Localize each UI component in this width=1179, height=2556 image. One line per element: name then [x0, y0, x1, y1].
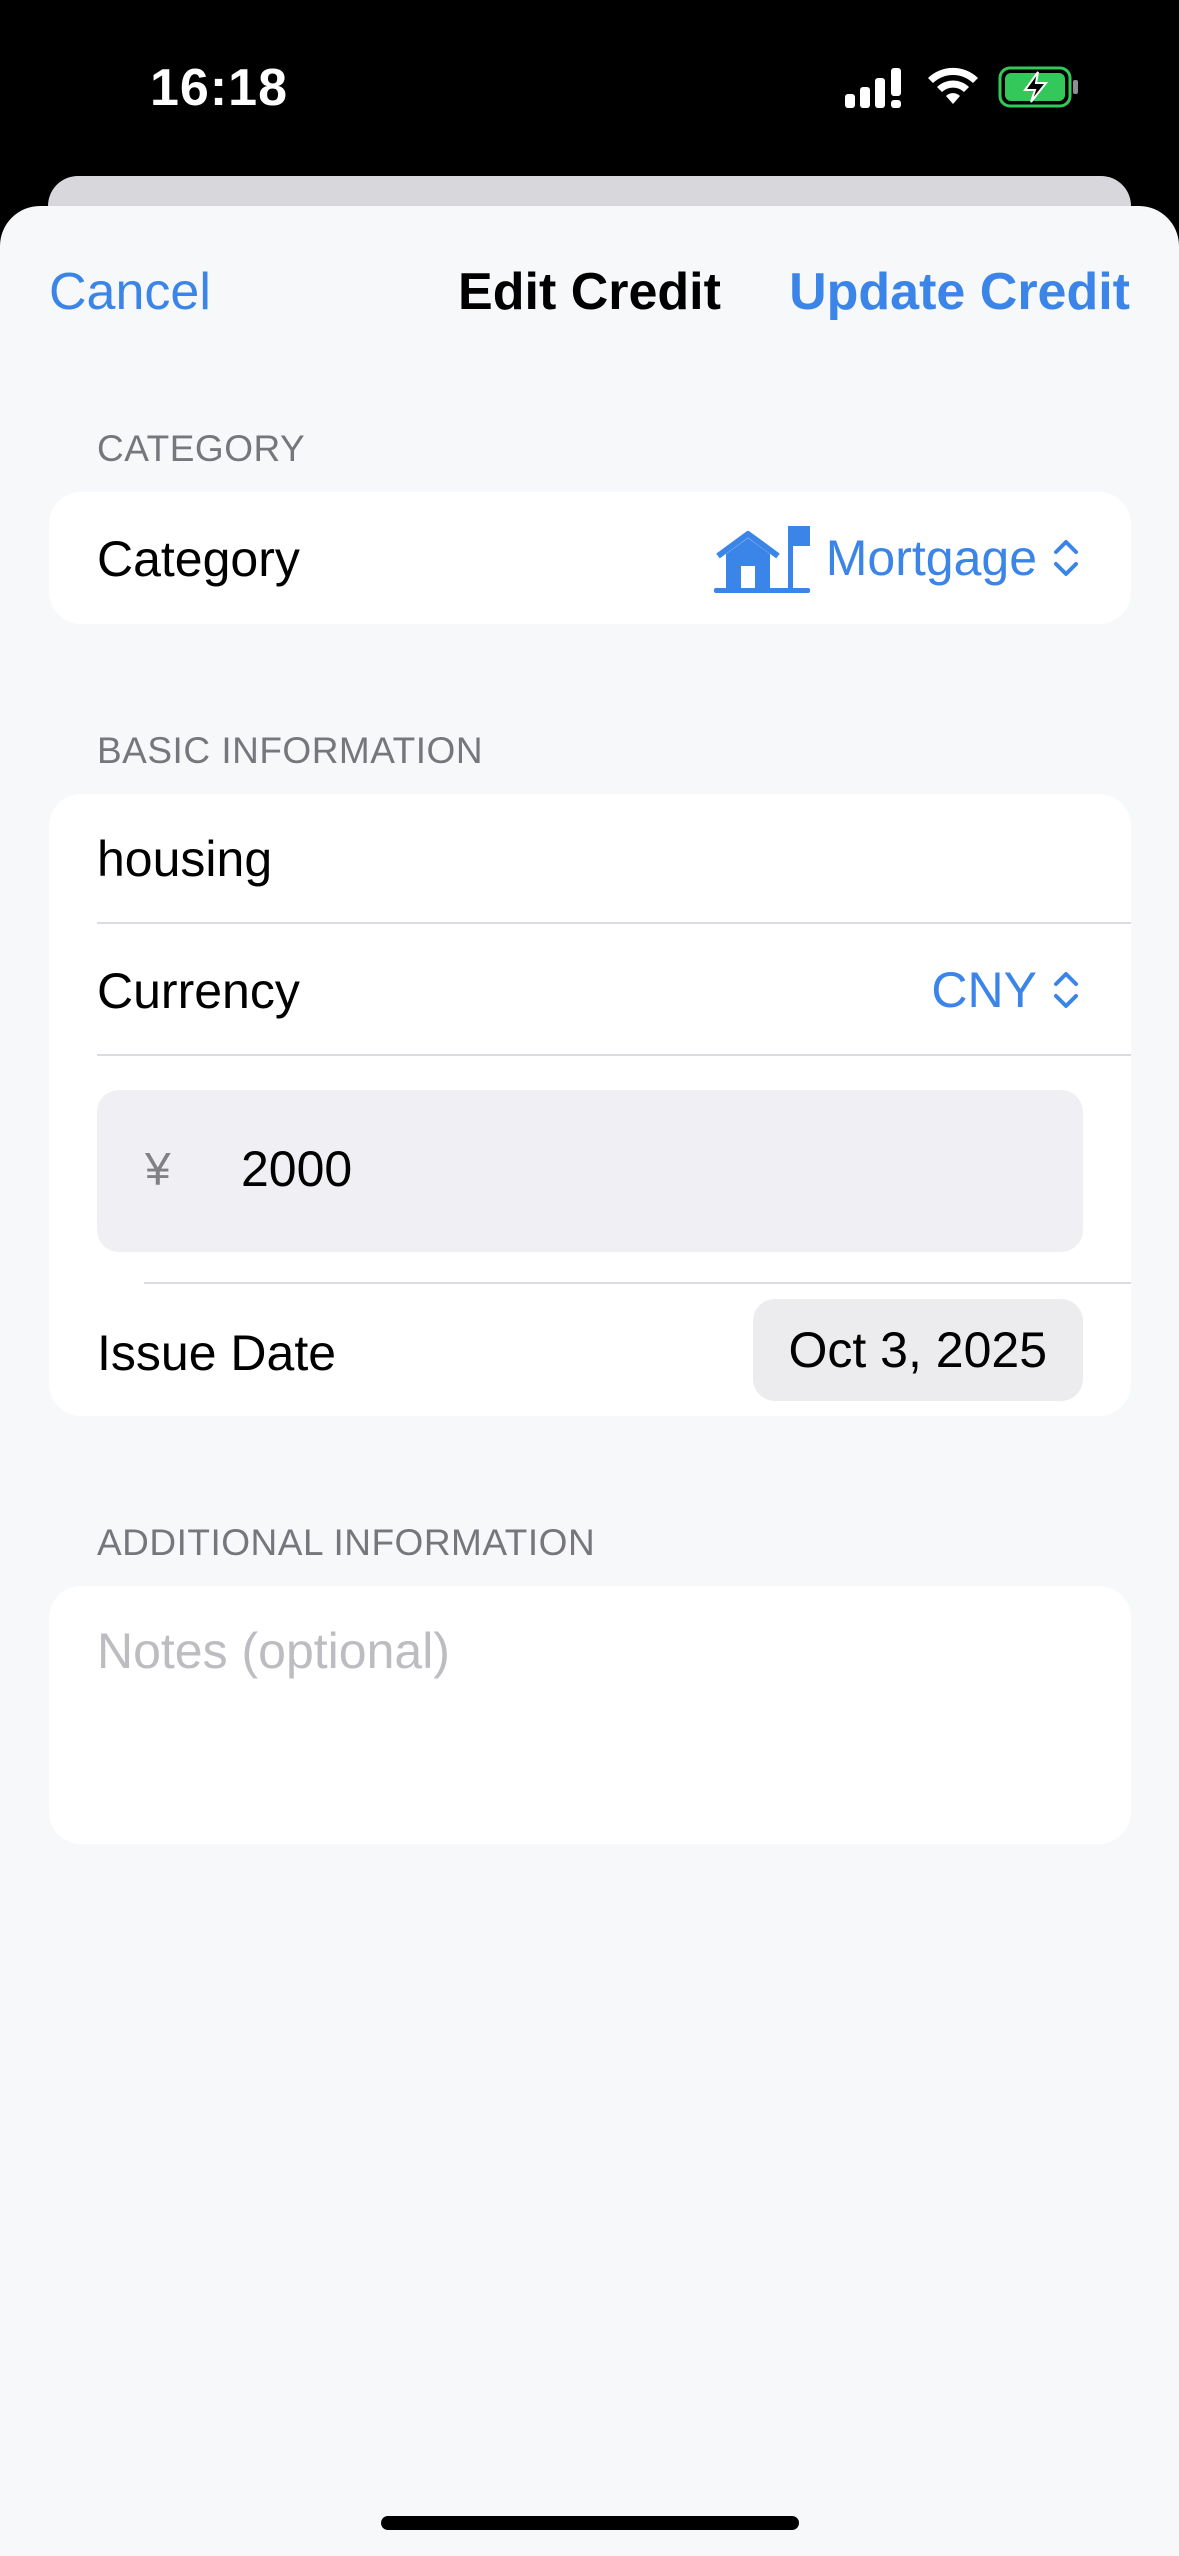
- category-picker[interactable]: Mortgage: [713, 522, 1083, 594]
- home-indicator[interactable]: [381, 2516, 799, 2530]
- status-bar: 16:18: [0, 0, 1179, 180]
- category-section-header: CATEGORY: [97, 428, 306, 469]
- category-value: Mortgage: [825, 530, 1037, 586]
- category-card: Category Mortgage: [49, 492, 1131, 624]
- currency-picker[interactable]: CNY: [931, 954, 1083, 1026]
- currency-label: Currency: [97, 963, 300, 1019]
- cellular-signal-icon: [845, 68, 901, 108]
- currency-value: CNY: [931, 962, 1037, 1018]
- wifi-icon: [928, 67, 978, 104]
- status-time: 16:18: [150, 59, 288, 117]
- name-field[interactable]: housing: [97, 830, 272, 888]
- issue-date-label: Issue Date: [97, 1325, 337, 1381]
- basic-info-card: housing Currency CNY ¥ 2000 Issue Date O…: [49, 794, 1131, 1416]
- basic-info-section-header: BASIC INFORMATION: [97, 730, 484, 771]
- currency-symbol: ¥: [145, 1143, 171, 1195]
- additional-info-section-header: ADDITIONAL INFORMATION: [97, 1522, 596, 1563]
- issue-date-picker[interactable]: Oct 3, 2025: [752, 1299, 1083, 1401]
- chevron-up-down-icon: [1054, 540, 1078, 576]
- divider: [97, 1054, 1131, 1056]
- battery-charging-icon: [998, 66, 1078, 108]
- update-credit-button[interactable]: Update Credit: [789, 262, 1130, 322]
- house-with-flag-icon: [713, 526, 810, 593]
- divider: [144, 1282, 1131, 1284]
- notes-placeholder: Notes (optional): [97, 1623, 450, 1679]
- chevron-up-down-icon: [1054, 972, 1078, 1008]
- category-label: Category: [97, 531, 300, 587]
- amount-field[interactable]: ¥ 2000: [97, 1090, 1083, 1252]
- amount-value: 2000: [241, 1141, 353, 1197]
- divider: [97, 922, 1131, 924]
- screen: 16:18 Cancel Edit Credit Update Credit C…: [0, 0, 1179, 2556]
- notes-field[interactable]: Notes (optional): [49, 1586, 1131, 1844]
